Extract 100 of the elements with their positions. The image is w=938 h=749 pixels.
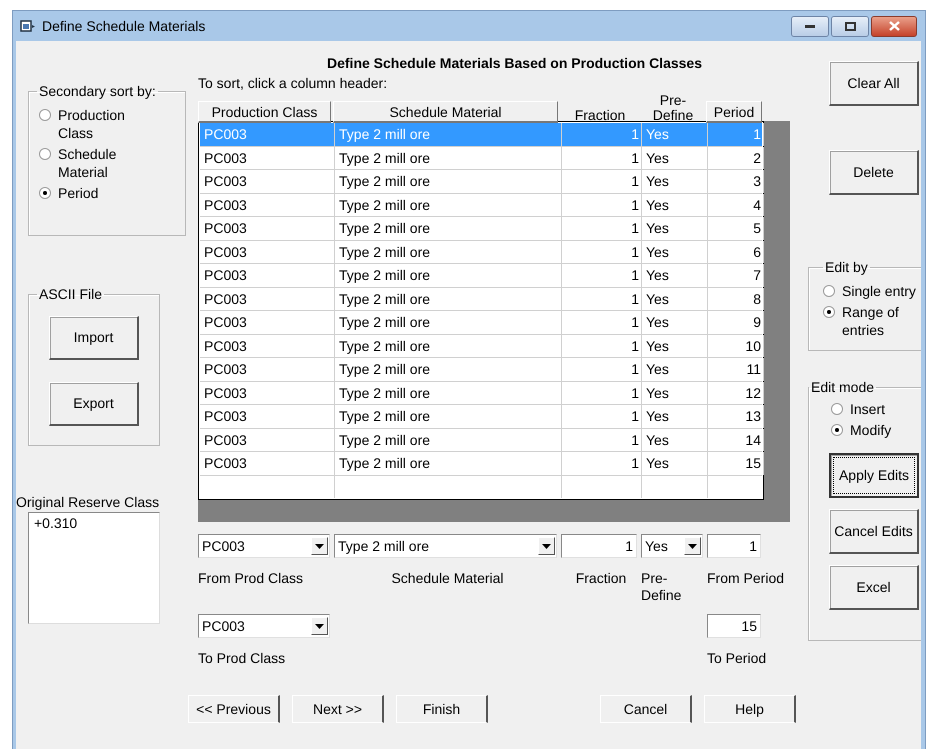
action-button[interactable]: Cancel Edits — [829, 509, 919, 554]
action-button[interactable]: Delete — [829, 150, 919, 195]
dropdown-field[interactable]: Type 2 mill ore — [334, 534, 557, 558]
dropdown-field[interactable]: Yes — [641, 534, 703, 558]
table-cell: 1 — [562, 194, 642, 216]
table-cell: PC003 — [200, 170, 335, 192]
nav-button[interactable]: Cancel — [600, 695, 692, 723]
field-label: From Period — [707, 570, 786, 588]
table-cell: 15 — [708, 452, 764, 474]
action-button[interactable]: Apply Edits — [829, 453, 919, 498]
nav-button[interactable]: Help — [704, 695, 796, 723]
action-button[interactable]: Excel — [829, 565, 919, 610]
radio-button[interactable] — [39, 187, 51, 199]
table-cell: 1 — [562, 405, 642, 428]
table-row[interactable]: PC003 Type 2 mill ore 1 Yes 8 — [200, 288, 762, 311]
table-cell: 11 — [708, 358, 764, 380]
table-cell: Type 2 mill ore — [335, 311, 562, 334]
column-header[interactable]: Period — [706, 101, 762, 123]
column-header[interactable]: Pre-Define — [648, 93, 698, 123]
table-row[interactable]: PC003 Type 2 mill ore 1 Yes 11 — [200, 358, 762, 382]
input-field[interactable]: 15 — [707, 614, 761, 638]
table-cell: Yes — [642, 217, 708, 240]
table-cell: Yes — [642, 334, 708, 357]
radio-label[interactable]: Range of entries — [842, 303, 921, 339]
dropdown-field[interactable]: PC003 — [198, 614, 330, 638]
field-label: Schedule Material — [390, 570, 505, 588]
table-row[interactable]: PC003 Type 2 mill ore 1 Yes 3 — [200, 170, 762, 194]
table-cell: PC003 — [200, 428, 335, 451]
field-label: Pre-Define — [641, 570, 681, 604]
dropdown-field[interactable]: PC003 — [198, 534, 330, 558]
table-cell: 1 — [562, 170, 642, 192]
app-icon — [20, 19, 36, 33]
radio-label[interactable]: Single entry — [842, 282, 921, 300]
nav-button[interactable]: << Previous — [188, 695, 280, 723]
action-button[interactable]: Clear All — [829, 61, 919, 106]
table-row[interactable]: PC003 Type 2 mill ore 1 Yes 14 — [200, 428, 762, 452]
maximize-icon — [844, 22, 856, 30]
radio-label[interactable]: Schedule Material — [58, 145, 148, 181]
radio-label[interactable]: Production Class — [58, 106, 148, 142]
group-label: Edit by — [824, 259, 869, 275]
radio-button[interactable] — [831, 403, 843, 415]
table-cell: Yes — [642, 288, 708, 310]
column-header[interactable]: Fraction — [560, 108, 640, 123]
nav-button[interactable]: Finish — [396, 695, 488, 723]
table-cell: Type 2 mill ore — [335, 288, 562, 310]
table-cell: 1 — [562, 123, 642, 146]
table-row[interactable]: PC003 Type 2 mill ore 1 Yes 10 — [200, 334, 762, 358]
window-title: Define Schedule Materials — [42, 18, 206, 34]
table-row[interactable]: PC003 Type 2 mill ore 1 Yes 6 — [200, 240, 762, 264]
table-cell: PC003 — [200, 217, 335, 240]
table-cell: 1 — [562, 452, 642, 474]
table-row[interactable]: PC003 Type 2 mill ore 1 Yes 15 — [200, 452, 762, 476]
table-row[interactable]: PC003 Type 2 mill ore 1 Yes 2 — [200, 146, 762, 170]
table-cell: Yes — [642, 358, 708, 380]
table-cell: 1 — [562, 311, 642, 334]
radio-label[interactable]: Modify — [850, 421, 892, 439]
radio-button[interactable] — [831, 424, 843, 436]
table-cell: 1 — [562, 382, 642, 404]
radio-label[interactable]: Insert — [850, 400, 886, 418]
table-cell: Yes — [642, 170, 708, 192]
table-cell: PC003 — [200, 405, 335, 428]
close-icon — [888, 21, 900, 31]
input-field[interactable]: 1 — [561, 534, 637, 558]
field-label: To Prod Class — [198, 650, 286, 667]
minimize-button[interactable] — [791, 16, 829, 36]
radio-button[interactable] — [823, 306, 835, 318]
table-cell: Yes — [642, 382, 708, 404]
table-row[interactable]: PC003 Type 2 mill ore 1 Yes 12 — [200, 382, 762, 405]
table-cell: 1 — [708, 123, 764, 146]
table-row[interactable]: PC003 Type 2 mill ore 1 Yes 5 — [200, 217, 762, 240]
radio-label[interactable]: Period — [58, 184, 148, 202]
list-item[interactable]: +0.310 — [34, 515, 154, 531]
close-button[interactable] — [871, 16, 917, 36]
table-cell: 1 — [562, 358, 642, 380]
column-header[interactable]: Production Class — [198, 101, 331, 123]
file-button[interactable]: Export — [49, 382, 139, 426]
table-cell: 9 — [708, 311, 764, 334]
nav-button[interactable]: Next >> — [292, 695, 384, 723]
table-cell: Type 2 mill ore — [335, 217, 562, 240]
input-field[interactable]: 1 — [707, 534, 761, 558]
table-row[interactable]: PC003 Type 2 mill ore 1 Yes 9 — [200, 311, 762, 334]
field-label: To Period — [707, 650, 768, 667]
radio-button[interactable] — [39, 109, 51, 121]
radio-button[interactable] — [823, 285, 835, 297]
reserve-class-list[interactable]: +0.310 — [28, 512, 160, 624]
file-button[interactable]: Import — [49, 316, 139, 360]
table-cell: Yes — [642, 405, 708, 428]
table-cell: Yes — [642, 428, 708, 451]
table-cell: PC003 — [200, 240, 335, 263]
table-cell: 1 — [562, 428, 642, 451]
column-header[interactable]: Schedule Material — [333, 101, 558, 123]
table-cell: 1 — [562, 264, 642, 286]
table-row[interactable]: PC003 Type 2 mill ore 1 Yes 7 — [200, 264, 762, 288]
field-label: From Prod Class — [198, 570, 304, 588]
table-row[interactable]: PC003 Type 2 mill ore 1 Yes 13 — [200, 405, 762, 428]
table-row[interactable]: PC003 Type 2 mill ore 1 Yes 4 — [200, 194, 762, 217]
table-cell: 13 — [708, 405, 764, 428]
table-cell: PC003 — [200, 452, 335, 474]
radio-button[interactable] — [39, 148, 51, 160]
maximize-button[interactable] — [831, 16, 869, 36]
